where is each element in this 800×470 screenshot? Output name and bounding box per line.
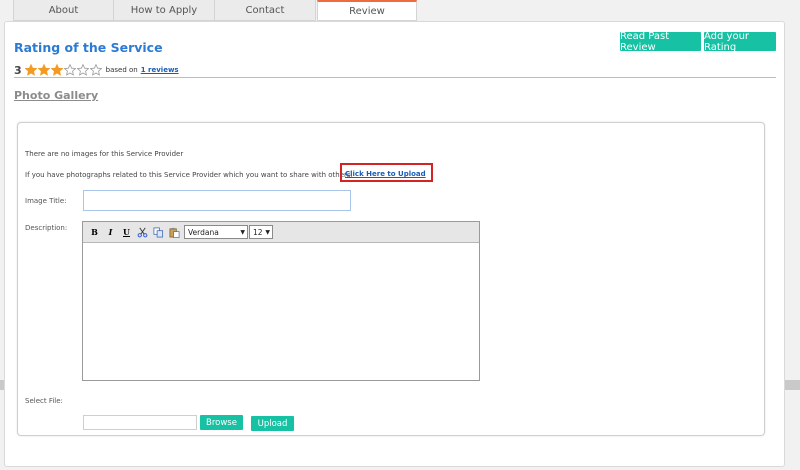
rating-value: 3 [14,63,22,77]
copy-icon[interactable] [151,225,166,240]
no-images-message: There are no images for this Service Pro… [25,150,184,158]
tab-about[interactable]: About [13,0,114,21]
photo-gallery-box: There are no images for this Service Pro… [17,122,765,436]
font-size-select[interactable]: 12 ▼ [249,225,273,239]
description-text-area[interactable] [83,243,479,380]
description-label: Description: [25,224,68,232]
bold-button[interactable]: B [87,225,102,240]
tab-bar: About How to Apply Contact Review [13,0,417,21]
based-on-text: based on [105,66,138,74]
upload-link-highlight: Click Here to Upload [340,163,433,182]
star-filled-icon [24,64,37,76]
cut-icon[interactable] [135,225,150,240]
page: About How to Apply Contact Review Rating… [0,0,800,470]
font-family-value: Verdana [188,227,219,237]
star-empty-icon [89,64,102,76]
editor-toolbar: B I U Verdana ▼ 12 ▼ [83,222,479,243]
tab-review[interactable]: Review [317,0,417,21]
underline-button[interactable]: U [119,225,134,240]
rating-summary: 3 based on 1 reviews [14,62,179,78]
click-here-to-upload-link[interactable]: Click Here to Upload [345,170,426,178]
chevron-down-icon: ▼ [240,229,245,236]
review-panel: Rating of the Service Read Past Review A… [4,21,785,467]
upload-button[interactable]: Upload [251,416,294,431]
reviews-link[interactable]: 1 reviews [141,66,179,74]
chevron-down-icon: ▼ [265,229,270,236]
italic-button[interactable]: I [103,225,118,240]
image-title-input[interactable] [83,190,351,211]
share-photos-text: If you have photographs related to this … [25,171,353,179]
font-size-value: 12 [253,227,263,237]
browse-button[interactable]: Browse [200,415,243,430]
tab-how-to-apply[interactable]: How to Apply [114,0,215,21]
description-editor: B I U Verdana ▼ 12 ▼ [82,221,480,381]
add-your-rating-button[interactable]: Add your Rating [704,31,776,53]
read-past-review-button[interactable]: Read Past Review [620,31,701,53]
photo-gallery-title: Photo Gallery [14,89,99,102]
star-rating [24,64,103,76]
select-file-label: Select File: [25,397,63,405]
star-filled-icon [37,64,50,76]
star-filled-icon [50,64,63,76]
star-empty-icon [76,64,89,76]
font-family-select[interactable]: Verdana ▼ [184,225,248,239]
page-edge [785,380,800,390]
star-empty-icon [63,64,76,76]
image-title-label: Image Title: [25,197,67,205]
rating-title: Rating of the Service [14,40,163,55]
paste-icon[interactable] [167,225,182,240]
tab-contact[interactable]: Contact [215,0,316,21]
divider [14,77,776,78]
file-path-input[interactable] [83,415,197,430]
